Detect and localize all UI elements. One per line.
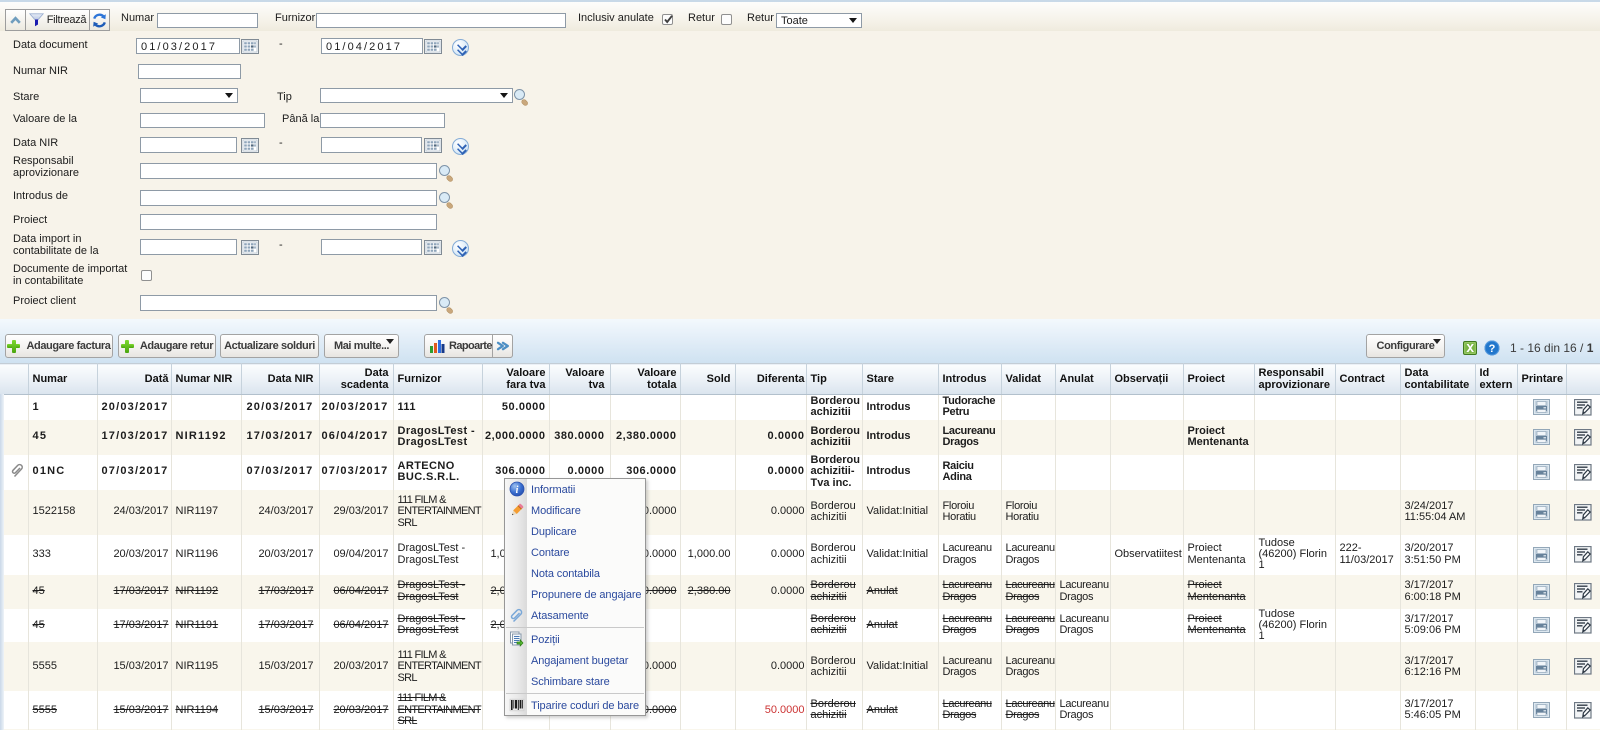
svg-text:i: i — [516, 485, 519, 496]
svg-text:?: ? — [1489, 343, 1496, 355]
